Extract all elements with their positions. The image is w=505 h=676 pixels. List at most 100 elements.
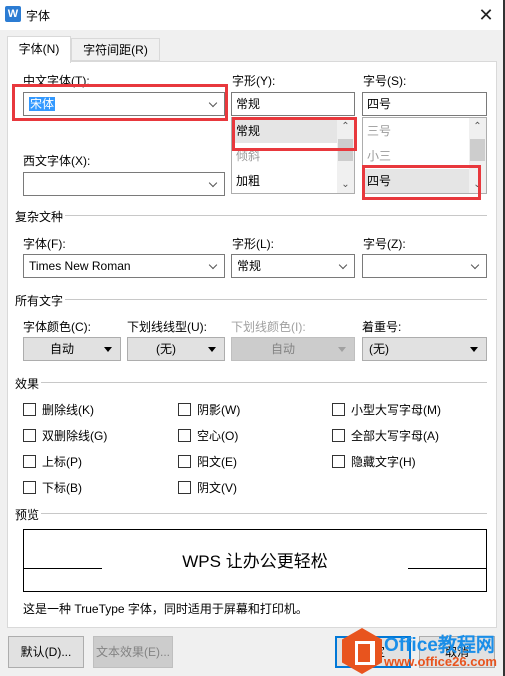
chevron-down-icon[interactable] (208, 255, 220, 277)
checkbox-outline[interactable]: 空心(O) (178, 428, 238, 444)
font-color-label: 字体颜色(C): (23, 320, 91, 334)
emphasis-mark-value: (无) (369, 342, 389, 356)
font-size-scrollbar[interactable]: ⌃ ⌄ (469, 118, 486, 193)
default-button[interactable]: 默认(D)... (8, 636, 84, 668)
complex-script-group-title: 复杂文种 (15, 208, 66, 225)
checkbox-label: 删除线(K) (42, 403, 94, 417)
checkbox-box[interactable] (332, 403, 345, 416)
chevron-down-icon[interactable] (208, 93, 220, 115)
underline-type-label: 下划线线型(U): (127, 320, 207, 334)
checkbox-label: 空心(O) (197, 429, 239, 443)
font-style-option[interactable]: 加粗 (233, 169, 337, 193)
ok-button[interactable]: 确定 (335, 636, 411, 668)
checkbox-emboss[interactable]: 阳文(E) (178, 454, 237, 470)
dropdown-arrow-icon (208, 347, 216, 352)
title-bar: W 字体 ✕ (0, 0, 505, 30)
close-button[interactable]: ✕ (473, 2, 499, 28)
underline-type-value: (无) (156, 342, 176, 356)
checkbox-box[interactable] (23, 429, 36, 442)
checkbox-label: 上标(P) (42, 455, 82, 469)
font-style-label: 字形(Y): (232, 74, 276, 88)
tab-font[interactable]: 字体(N) (7, 36, 71, 63)
checkbox-box[interactable] (332, 429, 345, 442)
font-style-listbox[interactable]: 常规 倾斜 加粗 ⌃ ⌄ (231, 117, 355, 194)
complex-font-label: 字体(F): (23, 237, 66, 251)
checkbox-label: 小型大写字母(M) (351, 403, 441, 417)
font-size-input[interactable]: 四号 (362, 92, 487, 116)
checkbox-superscript[interactable]: 上标(P) (23, 454, 82, 470)
checkbox-box[interactable] (178, 455, 191, 468)
chevron-down-icon[interactable] (208, 173, 220, 195)
font-size-option[interactable]: 四号 (364, 169, 469, 193)
underline-color-label: 下划线颜色(I): (231, 320, 306, 334)
checkbox-box[interactable] (178, 429, 191, 442)
divider (15, 513, 487, 514)
checkbox-box[interactable] (178, 403, 191, 416)
checkbox-box[interactable] (23, 455, 36, 468)
checkbox-box[interactable] (178, 481, 191, 494)
scroll-up-icon[interactable]: ⌃ (337, 118, 354, 135)
font-description: 这是一种 TrueType 字体，同时适用于屏幕和打印机。 (23, 602, 308, 616)
dropdown-arrow-icon (338, 347, 346, 352)
font-style-option[interactable]: 倾斜 (233, 144, 337, 168)
scrollbar-thumb[interactable] (338, 139, 353, 161)
dropdown-arrow-icon (470, 347, 478, 352)
scroll-up-icon[interactable]: ⌃ (469, 118, 486, 135)
font-size-listbox[interactable]: 三号 小三 四号 ⌃ ⌄ (362, 117, 487, 194)
font-size-label: 字号(S): (363, 74, 407, 88)
checkbox-subscript[interactable]: 下标(B) (23, 480, 82, 496)
scroll-down-icon[interactable]: ⌄ (469, 176, 486, 193)
checkbox-box[interactable] (23, 481, 36, 494)
wps-writer-icon: W (5, 6, 21, 22)
font-style-input[interactable]: 常规 (231, 92, 355, 116)
font-style-option[interactable]: 常规 (233, 119, 337, 143)
tab-character-spacing[interactable]: 字符间距(R) (71, 38, 160, 61)
checkbox-engrave[interactable]: 阴文(V) (178, 480, 237, 496)
dialog-title: 字体 (26, 9, 51, 23)
scrollbar-thumb[interactable] (470, 139, 485, 161)
underline-type-dropdown[interactable]: (无) (127, 337, 225, 361)
complex-font-combobox[interactable]: Times New Roman (23, 254, 225, 278)
complex-style-value: 常规 (237, 259, 262, 273)
underline-color-value: 自动 (270, 342, 295, 356)
emphasis-mark-label: 着重号: (362, 320, 402, 334)
cancel-button[interactable]: 取消 (419, 636, 495, 668)
checkbox-box[interactable] (23, 403, 36, 416)
checkbox-label: 隐藏文字(H) (351, 455, 416, 469)
preview-baseline-right (408, 568, 486, 569)
chinese-font-combobox[interactable]: 宋体 (23, 92, 225, 116)
checkbox-all-caps[interactable]: 全部大写字母(A) (332, 428, 439, 444)
chinese-font-label: 中文字体(T): (23, 74, 90, 88)
font-size-option[interactable]: 小三 (364, 144, 469, 168)
emphasis-mark-dropdown[interactable]: (无) (362, 337, 487, 361)
font-style-scrollbar[interactable]: ⌃ ⌄ (337, 118, 354, 193)
text-effects-button: 文本效果(E)... (93, 636, 173, 668)
checkbox-label: 阴影(W) (197, 403, 241, 417)
complex-size-combobox[interactable] (362, 254, 487, 278)
checkbox-double-strikethrough[interactable]: 双删除线(G) (23, 428, 107, 444)
checkbox-label: 全部大写字母(A) (351, 429, 439, 443)
dropdown-arrow-icon (104, 347, 112, 352)
chevron-down-icon[interactable] (470, 255, 482, 277)
underline-color-dropdown: 自动 (231, 337, 355, 361)
complex-size-label: 字号(Z): (363, 237, 406, 251)
effects-group-title: 效果 (15, 375, 42, 392)
checkbox-label: 阳文(E) (197, 455, 237, 469)
checkbox-shadow[interactable]: 阴影(W) (178, 402, 240, 418)
chevron-down-icon[interactable] (338, 255, 350, 277)
western-font-combobox[interactable] (23, 172, 225, 196)
preview-box: WPS 让办公更轻松 (23, 529, 487, 592)
divider (15, 299, 487, 300)
checkbox-box[interactable] (332, 455, 345, 468)
scroll-down-icon[interactable]: ⌄ (337, 176, 354, 193)
complex-style-combobox[interactable]: 常规 (231, 254, 355, 278)
checkbox-label: 阴文(V) (197, 481, 237, 495)
checkbox-strikethrough[interactable]: 删除线(K) (23, 402, 94, 418)
font-color-dropdown[interactable]: 自动 (23, 337, 121, 361)
checkbox-label: 下标(B) (42, 481, 82, 495)
preview-group-title: 预览 (15, 506, 42, 523)
font-size-option[interactable]: 三号 (364, 119, 469, 143)
complex-style-label: 字形(L): (232, 237, 275, 251)
checkbox-hidden[interactable]: 隐藏文字(H) (332, 454, 416, 470)
checkbox-small-caps[interactable]: 小型大写字母(M) (332, 402, 441, 418)
